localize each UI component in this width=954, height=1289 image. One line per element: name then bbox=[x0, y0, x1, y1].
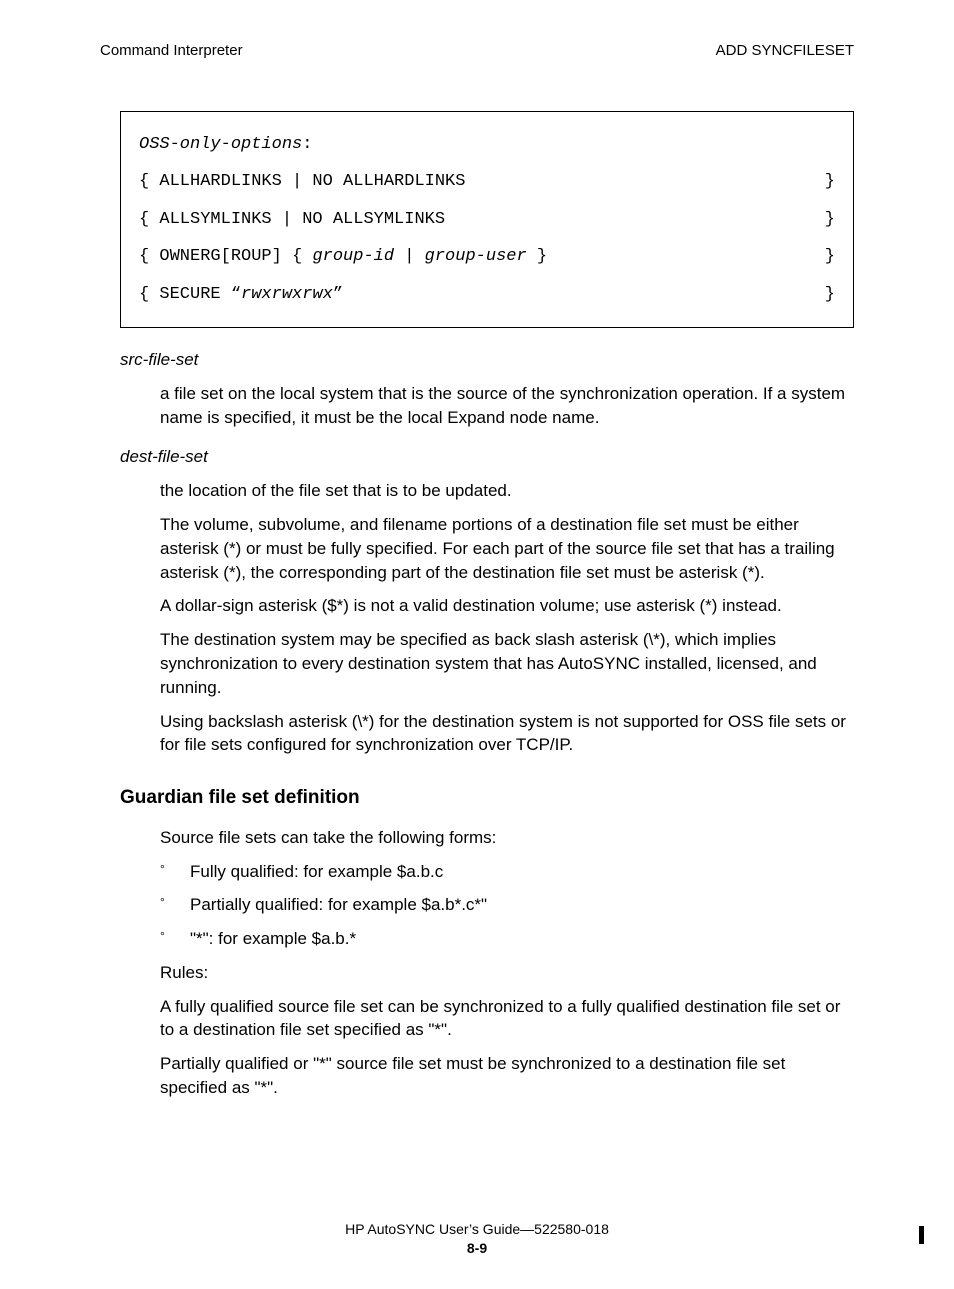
term-dest-file-set: dest-file-set bbox=[120, 445, 854, 469]
code-row: { SECURE “rwxrwxrwx” } bbox=[139, 276, 835, 313]
page-header: Command Interpreter ADD SYNCFILESET bbox=[100, 40, 854, 61]
body-text: Source file sets can take the following … bbox=[160, 826, 854, 850]
bullet-icon: ° bbox=[160, 893, 190, 911]
list-item: ° Fully qualified: for example $a.b.c bbox=[160, 860, 854, 884]
definition-text: The volume, subvolume, and filename port… bbox=[160, 513, 854, 584]
definition-text: A dollar-sign asterisk ($*) is not a val… bbox=[160, 594, 854, 618]
code-row: { OWNERG[ROUP] { group-id | group-user }… bbox=[139, 238, 835, 275]
page-number: 8-9 bbox=[100, 1239, 854, 1259]
term-src-file-set: src-file-set bbox=[120, 348, 854, 372]
code-row: { ALLSYMLINKS | NO ALLSYMLINKS } bbox=[139, 201, 835, 238]
list-item: ° Partially qualified: for example $a.b*… bbox=[160, 893, 854, 917]
section-heading: Guardian file set definition bbox=[120, 785, 854, 812]
definition-text: a file set on the local system that is t… bbox=[160, 382, 854, 430]
definition-text: The destination system may be specified … bbox=[160, 628, 854, 699]
footer-title: HP AutoSYNC User’s Guide—522580-018 bbox=[100, 1220, 854, 1240]
bullet-icon: ° bbox=[160, 927, 190, 945]
code-row: { ALLHARDLINKS | NO ALLHARDLINKS } bbox=[139, 163, 835, 200]
bullet-icon: ° bbox=[160, 860, 190, 878]
definition-text: Using backslash asterisk (\*) for the de… bbox=[160, 710, 854, 758]
page-footer: HP AutoSYNC User’s Guide—522580-018 8-9 bbox=[100, 1220, 854, 1259]
bullet-list: ° Fully qualified: for example $a.b.c ° … bbox=[160, 860, 854, 951]
header-right: ADD SYNCFILESET bbox=[716, 40, 854, 61]
list-item: ° "*": for example $a.b.* bbox=[160, 927, 854, 951]
body-text: Partially qualified or "*" source file s… bbox=[160, 1052, 854, 1100]
code-title: OSS-only-options: bbox=[139, 126, 835, 163]
syntax-box: OSS-only-options: { ALLHARDLINKS | NO AL… bbox=[120, 111, 854, 328]
definition-text: the location of the file set that is to … bbox=[160, 479, 854, 503]
body-text: A fully qualified source file set can be… bbox=[160, 995, 854, 1043]
header-left: Command Interpreter bbox=[100, 40, 243, 61]
body-text: Rules: bbox=[160, 961, 854, 985]
